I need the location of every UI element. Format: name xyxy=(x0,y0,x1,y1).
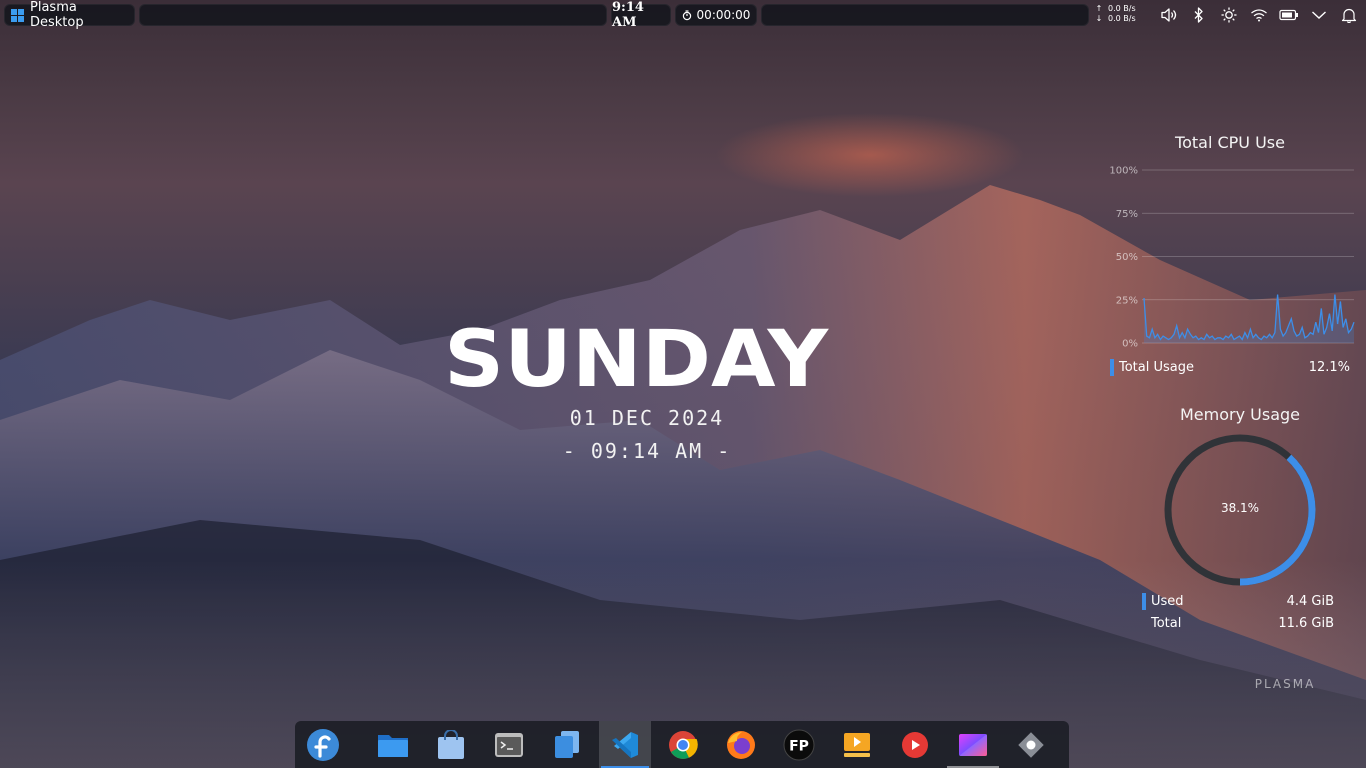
launcher-icon xyxy=(11,8,24,22)
dock-item-chrome[interactable] xyxy=(657,721,709,768)
cpu-legend-swatch xyxy=(1110,358,1114,376)
dock-item-software-store[interactable] xyxy=(425,721,477,768)
net-down-value: 0.0 B/s xyxy=(1108,14,1136,23)
dock: FP xyxy=(295,721,1069,768)
net-up-value: 0.0 B/s xyxy=(1108,4,1136,13)
dock-item-files[interactable] xyxy=(367,721,419,768)
upload-arrow-icon: ↑ xyxy=(1095,4,1103,13)
youtube-icon xyxy=(902,731,928,758)
panel-clock-text: 9:14 AM xyxy=(612,0,644,30)
wifi-icon[interactable] xyxy=(1244,5,1274,25)
panel-clock[interactable]: 9:14 AM xyxy=(611,0,671,30)
terminal-icon xyxy=(495,732,523,757)
date-text: 01 DEC 2024 xyxy=(569,406,725,430)
cpu-tick-label: 0% xyxy=(1122,339,1138,350)
memory-total-label: Total xyxy=(1151,615,1182,631)
cpu-legend-value: 12.1% xyxy=(1308,359,1350,375)
dock-item-media-player[interactable] xyxy=(831,721,883,768)
media-player-icon xyxy=(844,732,870,757)
fp-app-icon: FP xyxy=(783,729,815,760)
dock-item-documents[interactable] xyxy=(541,721,593,768)
brightness-icon[interactable] xyxy=(1214,5,1244,25)
cpu-legend: Total Usage 12.1% xyxy=(1110,358,1350,376)
application-launcher[interactable]: Plasma Desktop xyxy=(4,0,135,30)
memory-total-value: 11.6 GiB xyxy=(1278,615,1334,631)
dock-item-firefox[interactable] xyxy=(715,721,767,768)
cpu-usage-chart: 100% 75% 50% 25% 0% xyxy=(1109,166,1355,350)
dock-item-youtube[interactable] xyxy=(889,721,941,768)
memory-widget-title: Memory Usage xyxy=(1179,405,1300,424)
cpu-widget-title: Total CPU Use xyxy=(1175,133,1285,152)
dock-item-terminal[interactable] xyxy=(483,721,535,768)
dock-item-settings[interactable] xyxy=(1005,721,1057,768)
day-of-week-display: SUNDAY xyxy=(444,322,830,392)
download-arrow-icon: ↓ xyxy=(1095,14,1103,23)
files-icon xyxy=(378,734,408,757)
chrome-icon xyxy=(669,730,698,759)
cpu-tick-label: 25% xyxy=(1116,295,1138,306)
firefox-icon xyxy=(727,730,755,759)
cpu-tick-label: 75% xyxy=(1116,209,1138,220)
memory-used-label: Used xyxy=(1151,593,1184,609)
system-tray xyxy=(1154,5,1364,25)
dock-item-gradient-app[interactable] xyxy=(947,721,999,768)
memory-used-row: Used 4.4 GiB xyxy=(1142,592,1334,610)
dock-item-fp-app[interactable]: FP xyxy=(773,721,825,768)
dock-item-vscode[interactable] xyxy=(599,721,651,768)
stopwatch-icon xyxy=(682,9,691,20)
top-panel: Plasma Desktop 9:14 AM 00:00:00 ↑ 0.0 B/s… xyxy=(0,0,1366,30)
gradient-app-icon xyxy=(959,733,987,756)
panel-spacer-area[interactable] xyxy=(761,4,1089,26)
time-text: - 09:14 AM - xyxy=(562,439,732,463)
notifications-icon[interactable] xyxy=(1334,5,1364,25)
memory-total-row: Total 11.6 GiB xyxy=(1142,614,1334,632)
documents-icon xyxy=(555,730,579,758)
volume-icon[interactable] xyxy=(1154,5,1184,25)
expand-tray-icon[interactable] xyxy=(1304,5,1334,25)
timer-text: 00:00:00 xyxy=(696,8,751,22)
cpu-tick-label: 100% xyxy=(1109,166,1138,177)
svg-text:FP: FP xyxy=(789,738,809,754)
day-text: SUNDAY xyxy=(444,322,830,392)
battery-icon[interactable] xyxy=(1274,5,1304,25)
memory-used-swatch xyxy=(1142,592,1146,610)
launcher-label: Plasma Desktop xyxy=(30,0,84,30)
software-store-icon xyxy=(438,729,464,759)
fedora-icon xyxy=(307,728,339,761)
plasma-watermark: PLASMA xyxy=(1254,677,1316,691)
bluetooth-icon[interactable] xyxy=(1184,5,1214,25)
memory-percent: 38.1% xyxy=(1220,501,1260,515)
cpu-tick-label: 50% xyxy=(1116,252,1138,263)
network-speed-monitor[interactable]: ↑ 0.0 B/s ↓ 0.0 B/s xyxy=(1094,4,1144,26)
task-manager-area[interactable] xyxy=(139,4,607,26)
cpu-legend-label: Total Usage xyxy=(1119,359,1194,375)
settings-icon xyxy=(1018,731,1044,758)
timer-widget[interactable]: 00:00:00 xyxy=(675,4,757,26)
memory-used-value: 4.4 GiB xyxy=(1286,593,1334,609)
dock-item-fedora[interactable] xyxy=(297,721,349,768)
vscode-icon xyxy=(612,731,638,758)
